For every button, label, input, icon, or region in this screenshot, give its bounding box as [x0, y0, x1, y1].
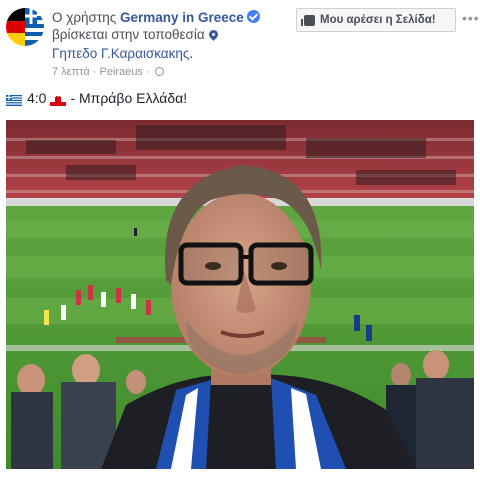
page-avatar[interactable]	[6, 8, 44, 46]
place-link[interactable]: Γηπεδο Γ.Καραισκακης	[52, 46, 189, 61]
post-timestamp[interactable]: 7 λεπτά	[52, 66, 90, 78]
like-page-button[interactable]: Μου αρέσει η Σελίδα!	[296, 8, 456, 32]
place-line: Γηπεδο Γ.Καραισκακης.	[52, 46, 193, 61]
more-options-button[interactable]: •••	[462, 10, 480, 26]
gibraltar-flag-icon	[50, 93, 67, 106]
like-page-label: Μου αρέσει η Σελίδα!	[320, 14, 436, 26]
stadium-selfie-image	[6, 120, 474, 469]
location-pin-icon	[206, 28, 220, 41]
location-line: βρίσκεται στην τοποθεσία	[52, 27, 220, 42]
post-photo[interactable]	[6, 120, 474, 469]
match-score: 4:0	[27, 90, 47, 106]
post-meta: 7 λεπτά · Peiraeus ·	[52, 66, 164, 78]
location-text: βρίσκεται στην τοποθεσία	[52, 27, 205, 42]
page-name-link[interactable]: Germany in Greece	[120, 10, 244, 25]
post-message: 4:0 - Μπράβο Ελλάδα!	[6, 90, 187, 106]
thumbs-up-icon	[301, 14, 315, 26]
meta-separator: ·	[146, 66, 150, 78]
meta-separator: ·	[92, 66, 97, 78]
post-header-line: Ο χρήστης Germany in Greece	[52, 10, 260, 25]
globe-icon	[154, 67, 164, 76]
facebook-post: Ο χρήστης Germany in Greece βρίσκεται στ…	[0, 0, 480, 480]
post-city[interactable]: Peiraeus	[100, 66, 143, 78]
place-suffix: .	[189, 46, 194, 61]
post-message-text: - Μπράβο Ελλάδα!	[70, 90, 188, 106]
greece-flag-icon	[6, 93, 22, 106]
header-prefix: Ο χρήστης	[52, 10, 117, 25]
verified-badge-icon	[246, 10, 260, 23]
